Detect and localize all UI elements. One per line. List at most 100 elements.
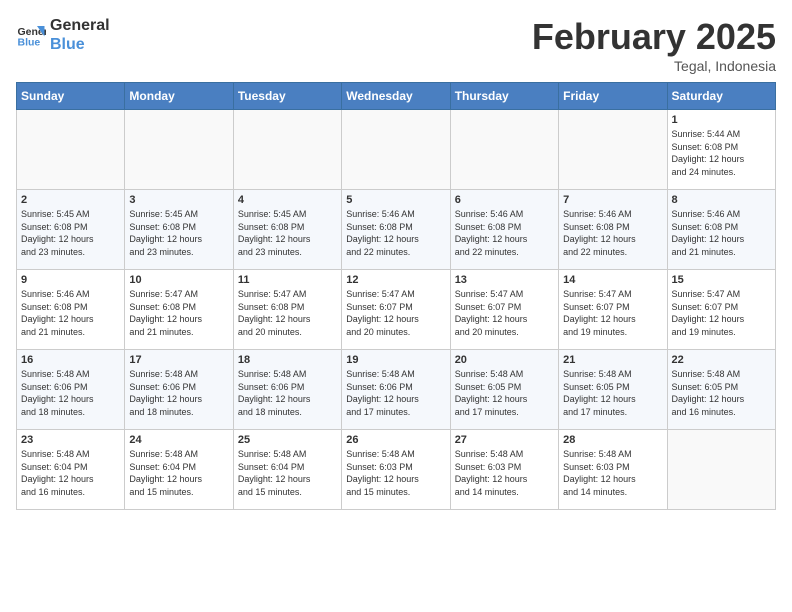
day-number: 12 — [346, 274, 445, 286]
day-number: 14 — [563, 274, 662, 286]
cell-info: Sunrise: 5:48 AM Sunset: 6:06 PM Dayligh… — [346, 368, 445, 418]
day-number: 10 — [129, 274, 228, 286]
cell-info: Sunrise: 5:44 AM Sunset: 6:08 PM Dayligh… — [672, 128, 771, 178]
day-number: 19 — [346, 354, 445, 366]
calendar-cell: 14 Sunrise: 5:47 AM Sunset: 6:07 PM Dayli… — [559, 270, 667, 350]
cell-info: Sunrise: 5:47 AM Sunset: 6:07 PM Dayligh… — [455, 288, 554, 338]
calendar-cell: 22 Sunrise: 5:48 AM Sunset: 6:05 PM Dayli… — [667, 350, 775, 430]
calendar-cell — [450, 110, 558, 190]
col-header-friday: Friday — [559, 83, 667, 110]
week-row-4: 16 Sunrise: 5:48 AM Sunset: 6:06 PM Dayli… — [17, 350, 776, 430]
calendar-cell: 3 Sunrise: 5:45 AM Sunset: 6:08 PM Daylig… — [125, 190, 233, 270]
calendar-cell: 4 Sunrise: 5:45 AM Sunset: 6:08 PM Daylig… — [233, 190, 341, 270]
week-row-5: 23 Sunrise: 5:48 AM Sunset: 6:04 PM Dayli… — [17, 430, 776, 510]
day-number: 1 — [672, 114, 771, 126]
calendar-cell: 26Sunrise: 5:48 AM Sunset: 6:03 PM Dayli… — [342, 430, 450, 510]
calendar-cell: 16 Sunrise: 5:48 AM Sunset: 6:06 PM Dayli… — [17, 350, 125, 430]
col-header-wednesday: Wednesday — [342, 83, 450, 110]
calendar-cell: 15Sunrise: 5:47 AM Sunset: 6:07 PM Dayli… — [667, 270, 775, 350]
cell-info: Sunrise: 5:45 AM Sunset: 6:08 PM Dayligh… — [21, 208, 120, 258]
calendar-cell: 24 Sunrise: 5:48 AM Sunset: 6:04 PM Dayli… — [125, 430, 233, 510]
calendar-cell — [342, 110, 450, 190]
cell-info: Sunrise: 5:46 AM Sunset: 6:08 PM Dayligh… — [21, 288, 120, 338]
title-block: February 2025 Tegal, Indonesia — [532, 16, 776, 74]
calendar-cell: 25Sunrise: 5:48 AM Sunset: 6:04 PM Dayli… — [233, 430, 341, 510]
calendar-cell: 6 Sunrise: 5:46 AM Sunset: 6:08 PM Daylig… — [450, 190, 558, 270]
svg-text:Blue: Blue — [18, 37, 41, 49]
calendar-cell — [559, 110, 667, 190]
day-number: 28 — [563, 434, 662, 446]
calendar-cell: 2Sunrise: 5:45 AM Sunset: 6:08 PM Daylig… — [17, 190, 125, 270]
calendar-cell: 12 Sunrise: 5:47 AM Sunset: 6:07 PM Dayli… — [342, 270, 450, 350]
cell-info: Sunrise: 5:46 AM Sunset: 6:08 PM Dayligh… — [346, 208, 445, 258]
calendar-cell: 1 Sunrise: 5:44 AM Sunset: 6:08 PM Daylig… — [667, 110, 775, 190]
header-row: SundayMondayTuesdayWednesdayThursdayFrid… — [17, 83, 776, 110]
calendar-cell: 19 Sunrise: 5:48 AM Sunset: 6:06 PM Dayli… — [342, 350, 450, 430]
logo-text-blue: Blue — [50, 35, 110, 54]
calendar-cell: 23 Sunrise: 5:48 AM Sunset: 6:04 PM Dayli… — [17, 430, 125, 510]
location-subtitle: Tegal, Indonesia — [532, 58, 776, 74]
week-row-3: 9 Sunrise: 5:46 AM Sunset: 6:08 PM Daylig… — [17, 270, 776, 350]
cell-info: Sunrise: 5:46 AM Sunset: 6:08 PM Dayligh… — [563, 208, 662, 258]
cell-info: Sunrise: 5:48 AM Sunset: 6:03 PM Dayligh… — [346, 448, 445, 498]
day-number: 3 — [129, 194, 228, 206]
calendar-cell: 9 Sunrise: 5:46 AM Sunset: 6:08 PM Daylig… — [17, 270, 125, 350]
cell-info: Sunrise: 5:47 AM Sunset: 6:08 PM Dayligh… — [129, 288, 228, 338]
calendar-cell — [17, 110, 125, 190]
cell-info: Sunrise: 5:48 AM Sunset: 6:05 PM Dayligh… — [455, 368, 554, 418]
day-number: 6 — [455, 194, 554, 206]
week-row-2: 2Sunrise: 5:45 AM Sunset: 6:08 PM Daylig… — [17, 190, 776, 270]
calendar-cell: 21Sunrise: 5:48 AM Sunset: 6:05 PM Dayli… — [559, 350, 667, 430]
calendar-cell: 13 Sunrise: 5:47 AM Sunset: 6:07 PM Dayli… — [450, 270, 558, 350]
cell-info: Sunrise: 5:46 AM Sunset: 6:08 PM Dayligh… — [455, 208, 554, 258]
logo: General Blue General Blue — [16, 16, 110, 54]
col-header-saturday: Saturday — [667, 83, 775, 110]
day-number: 9 — [21, 274, 120, 286]
cell-info: Sunrise: 5:48 AM Sunset: 6:04 PM Dayligh… — [129, 448, 228, 498]
cell-info: Sunrise: 5:47 AM Sunset: 6:07 PM Dayligh… — [563, 288, 662, 338]
calendar-cell: 7Sunrise: 5:46 AM Sunset: 6:08 PM Daylig… — [559, 190, 667, 270]
cell-info: Sunrise: 5:48 AM Sunset: 6:06 PM Dayligh… — [238, 368, 337, 418]
calendar-cell: 28Sunrise: 5:48 AM Sunset: 6:03 PM Dayli… — [559, 430, 667, 510]
day-number: 24 — [129, 434, 228, 446]
calendar-cell: 11Sunrise: 5:47 AM Sunset: 6:08 PM Dayli… — [233, 270, 341, 350]
logo-text-general: General — [50, 16, 110, 35]
day-number: 23 — [21, 434, 120, 446]
day-number: 18 — [238, 354, 337, 366]
cell-info: Sunrise: 5:46 AM Sunset: 6:08 PM Dayligh… — [672, 208, 771, 258]
day-number: 16 — [21, 354, 120, 366]
cell-info: Sunrise: 5:47 AM Sunset: 6:08 PM Dayligh… — [238, 288, 337, 338]
day-number: 27 — [455, 434, 554, 446]
day-number: 13 — [455, 274, 554, 286]
calendar-cell: 18 Sunrise: 5:48 AM Sunset: 6:06 PM Dayli… — [233, 350, 341, 430]
calendar-cell — [125, 110, 233, 190]
cell-info: Sunrise: 5:45 AM Sunset: 6:08 PM Dayligh… — [129, 208, 228, 258]
month-title: February 2025 — [532, 16, 776, 58]
col-header-tuesday: Tuesday — [233, 83, 341, 110]
calendar-cell: 10 Sunrise: 5:47 AM Sunset: 6:08 PM Dayli… — [125, 270, 233, 350]
calendar-cell — [233, 110, 341, 190]
cell-info: Sunrise: 5:48 AM Sunset: 6:06 PM Dayligh… — [21, 368, 120, 418]
cell-info: Sunrise: 5:48 AM Sunset: 6:05 PM Dayligh… — [672, 368, 771, 418]
cell-info: Sunrise: 5:47 AM Sunset: 6:07 PM Dayligh… — [346, 288, 445, 338]
calendar-cell: 20Sunrise: 5:48 AM Sunset: 6:05 PM Dayli… — [450, 350, 558, 430]
day-number: 22 — [672, 354, 771, 366]
calendar-cell: 27Sunrise: 5:48 AM Sunset: 6:03 PM Dayli… — [450, 430, 558, 510]
page-header: General Blue General Blue February 2025 … — [16, 16, 776, 74]
logo-icon: General Blue — [16, 20, 46, 50]
day-number: 4 — [238, 194, 337, 206]
col-header-monday: Monday — [125, 83, 233, 110]
col-header-sunday: Sunday — [17, 83, 125, 110]
cell-info: Sunrise: 5:48 AM Sunset: 6:04 PM Dayligh… — [21, 448, 120, 498]
day-number: 25 — [238, 434, 337, 446]
cell-info: Sunrise: 5:48 AM Sunset: 6:06 PM Dayligh… — [129, 368, 228, 418]
day-number: 15 — [672, 274, 771, 286]
calendar-table: SundayMondayTuesdayWednesdayThursdayFrid… — [16, 82, 776, 510]
calendar-cell: 17Sunrise: 5:48 AM Sunset: 6:06 PM Dayli… — [125, 350, 233, 430]
cell-info: Sunrise: 5:48 AM Sunset: 6:05 PM Dayligh… — [563, 368, 662, 418]
calendar-cell: 5 Sunrise: 5:46 AM Sunset: 6:08 PM Daylig… — [342, 190, 450, 270]
day-number: 8 — [672, 194, 771, 206]
col-header-thursday: Thursday — [450, 83, 558, 110]
day-number: 5 — [346, 194, 445, 206]
cell-info: Sunrise: 5:45 AM Sunset: 6:08 PM Dayligh… — [238, 208, 337, 258]
